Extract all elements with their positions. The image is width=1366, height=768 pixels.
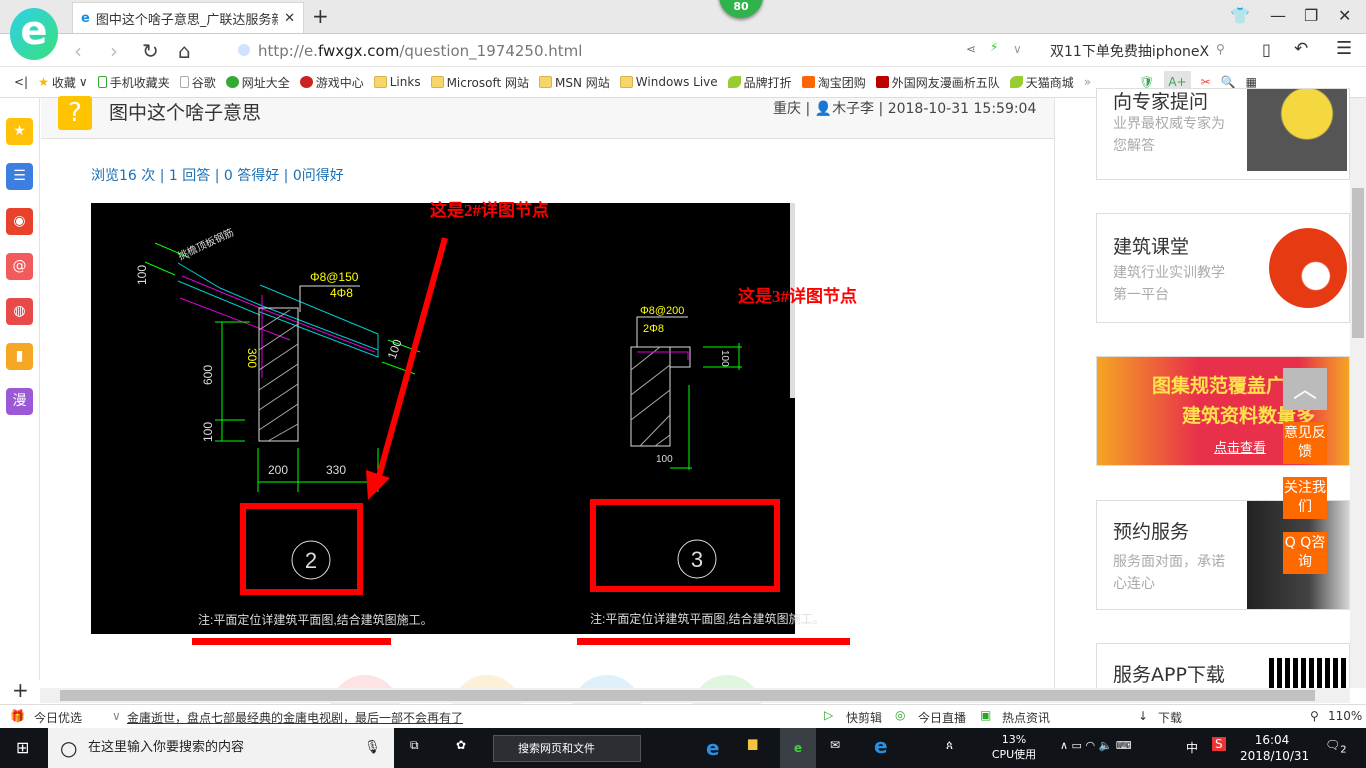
tray-icons[interactable]: ∧ ▭ ◠ 🔈 ⌨ [1060,739,1132,752]
card-title: 建筑课堂 [1113,236,1190,258]
card-title: 服务APP下载 [1113,664,1225,686]
card-title: 向专家提问 [1113,91,1209,113]
mail-icon[interactable]: ✉ [830,738,840,752]
card-desc: 建筑行业实训教学第一平台 [1113,265,1225,303]
card-desc: 服务面对面，承诺心连心 [1113,554,1225,592]
news-icon: ▣ [980,708,992,722]
follow-us-button[interactable]: 关注我们 [1283,477,1327,519]
search-placeholder: 在这里输入你要搜索的内容 [88,740,245,755]
browser-taskbar-icon[interactable]: e [780,728,816,768]
hatch [630,346,671,447]
ask-expert-card[interactable]: 向专家提问 业界最权威专家为您解答 [1096,88,1350,180]
dimension-lines [670,343,742,470]
drawing-note: 注:平面定位详建筑平面图,结合建筑图施工。 [590,611,825,626]
live-icon: ◎ [895,708,906,722]
back-to-top-button[interactable]: ︿ [1283,368,1327,410]
annotation-underline [577,638,850,645]
download-icon: ↓ [1138,709,1149,723]
dimension-label: 600 [201,365,215,385]
today-picks[interactable]: 今日优选 [34,709,82,726]
annotation-underline [192,638,391,645]
vertical-scrollbar[interactable] [1350,98,1366,688]
feedback-button[interactable]: 意见反馈 [1283,422,1327,464]
cpu-label: CPU使用 [991,748,1037,761]
rebar-label: Φ8@150 [310,270,359,284]
mascot-image [1247,89,1347,171]
dimension-label: 100 [719,350,730,367]
dimension-label: 100 [385,337,405,361]
taskbar: ⊞ ○ 在这里输入你要搜索的内容 🎙 ⧉ ✿ 搜索网页和文件 e ▆ e ✉ e… [0,728,1366,768]
status-item[interactable]: 今日直播 [918,709,966,726]
ime-indicator[interactable]: 中 [1186,739,1198,756]
web-search-label: 搜索网页和文件 [518,742,595,755]
wall-section [630,346,671,447]
date: 2018/10/31 [1240,749,1310,763]
play-icon: ▷ [824,708,834,722]
task-view-icon[interactable]: ⧉ [410,738,419,753]
dimension-label: 100 [201,422,215,442]
scrollbar-thumb[interactable] [1352,188,1364,338]
banner-link[interactable]: 点击查看 [1214,437,1266,456]
scrollbar-thumb[interactable] [60,690,1315,701]
chevron-down-icon: ∨ [112,709,121,723]
annotation-text: 这是2#详图节点 [430,200,549,220]
dimension-label: 330 [326,463,346,477]
annotation-arrow [375,237,448,481]
callout-label: 挑檐顶板钢筋 [176,226,236,263]
rebar-label: 2Φ8 [643,323,664,335]
windows-start-icon[interactable]: ⊞ [16,738,29,757]
dimension-label: 100 [656,454,673,465]
status-item[interactable]: 热点资讯 [1002,709,1050,726]
card-desc: 业界最权威专家为您解答 [1113,116,1225,154]
banner-text: 图集规范覆盖广 [1152,375,1286,397]
qq-consult-button[interactable]: Q Q咨询 [1283,532,1327,574]
zoom-icon: ⚲ [1310,709,1319,723]
gift-icon: 🎁 [10,709,25,723]
web-search-box[interactable]: 搜索网页和文件 [493,735,641,762]
arrow-head [366,470,390,500]
course-card[interactable]: 建筑课堂 建筑行业实训教学第一平台 [1096,213,1350,323]
cpu-usage: 13% CPU使用 [990,732,1038,762]
rebar-label: 4Φ8 [330,286,353,300]
horizontal-scrollbar[interactable] [40,688,1350,703]
status-bar: 🎁 今日优选 ∨ 金庸逝世，盘点七部最经典的金庸电视剧，最后一部不会再有了 ▷ … [0,704,1366,728]
course-logo [1269,228,1347,308]
browser-logo: e [10,8,58,60]
cortana-icon: ○ [60,736,78,760]
status-item[interactable]: 快剪辑 [846,709,882,726]
news-link[interactable]: 金庸逝世，盘点七部最经典的金庸电视剧，最后一部不会再有了 [127,709,463,726]
status-item[interactable]: 下载 [1158,709,1182,726]
sogou-icon[interactable]: S [1212,737,1226,751]
ie-icon[interactable]: e [706,736,720,760]
rebar-label: Φ8@200 [640,305,684,317]
ledge-section [669,346,691,368]
app-icon[interactable]: ✿ [456,738,466,752]
drawing-note: 注:平面定位详建筑平面图,结合建筑图施工。 [198,612,433,627]
cpu-value: 13% [1001,733,1027,746]
hatch [258,309,299,442]
dimension-label: 200 [268,463,288,477]
microphone-icon[interactable]: 🎙 [364,728,381,768]
node-number: 2 [305,548,317,573]
dimension-label: 300 [245,348,259,368]
file-explorer-icon[interactable]: ▆ [748,736,757,750]
edge-icon[interactable]: e [874,734,888,758]
dimension-lines [144,242,421,492]
dimension-label: 100 [135,265,149,285]
taskbar-search[interactable]: ○ 在这里输入你要搜索的内容 🎙 [48,728,394,768]
clock[interactable]: 16:04 2018/10/31 [1240,732,1310,764]
node-number: 3 [691,547,703,572]
people-icon[interactable]: ጰ [946,738,953,753]
notification-icon[interactable]: 🗨2 [1325,738,1347,755]
time: 16:04 [1254,733,1290,747]
card-title: 预约服务 [1113,521,1190,543]
annotation-text: 这是3#详图节点 [738,286,857,306]
zoom-level[interactable]: 110% [1328,709,1362,723]
